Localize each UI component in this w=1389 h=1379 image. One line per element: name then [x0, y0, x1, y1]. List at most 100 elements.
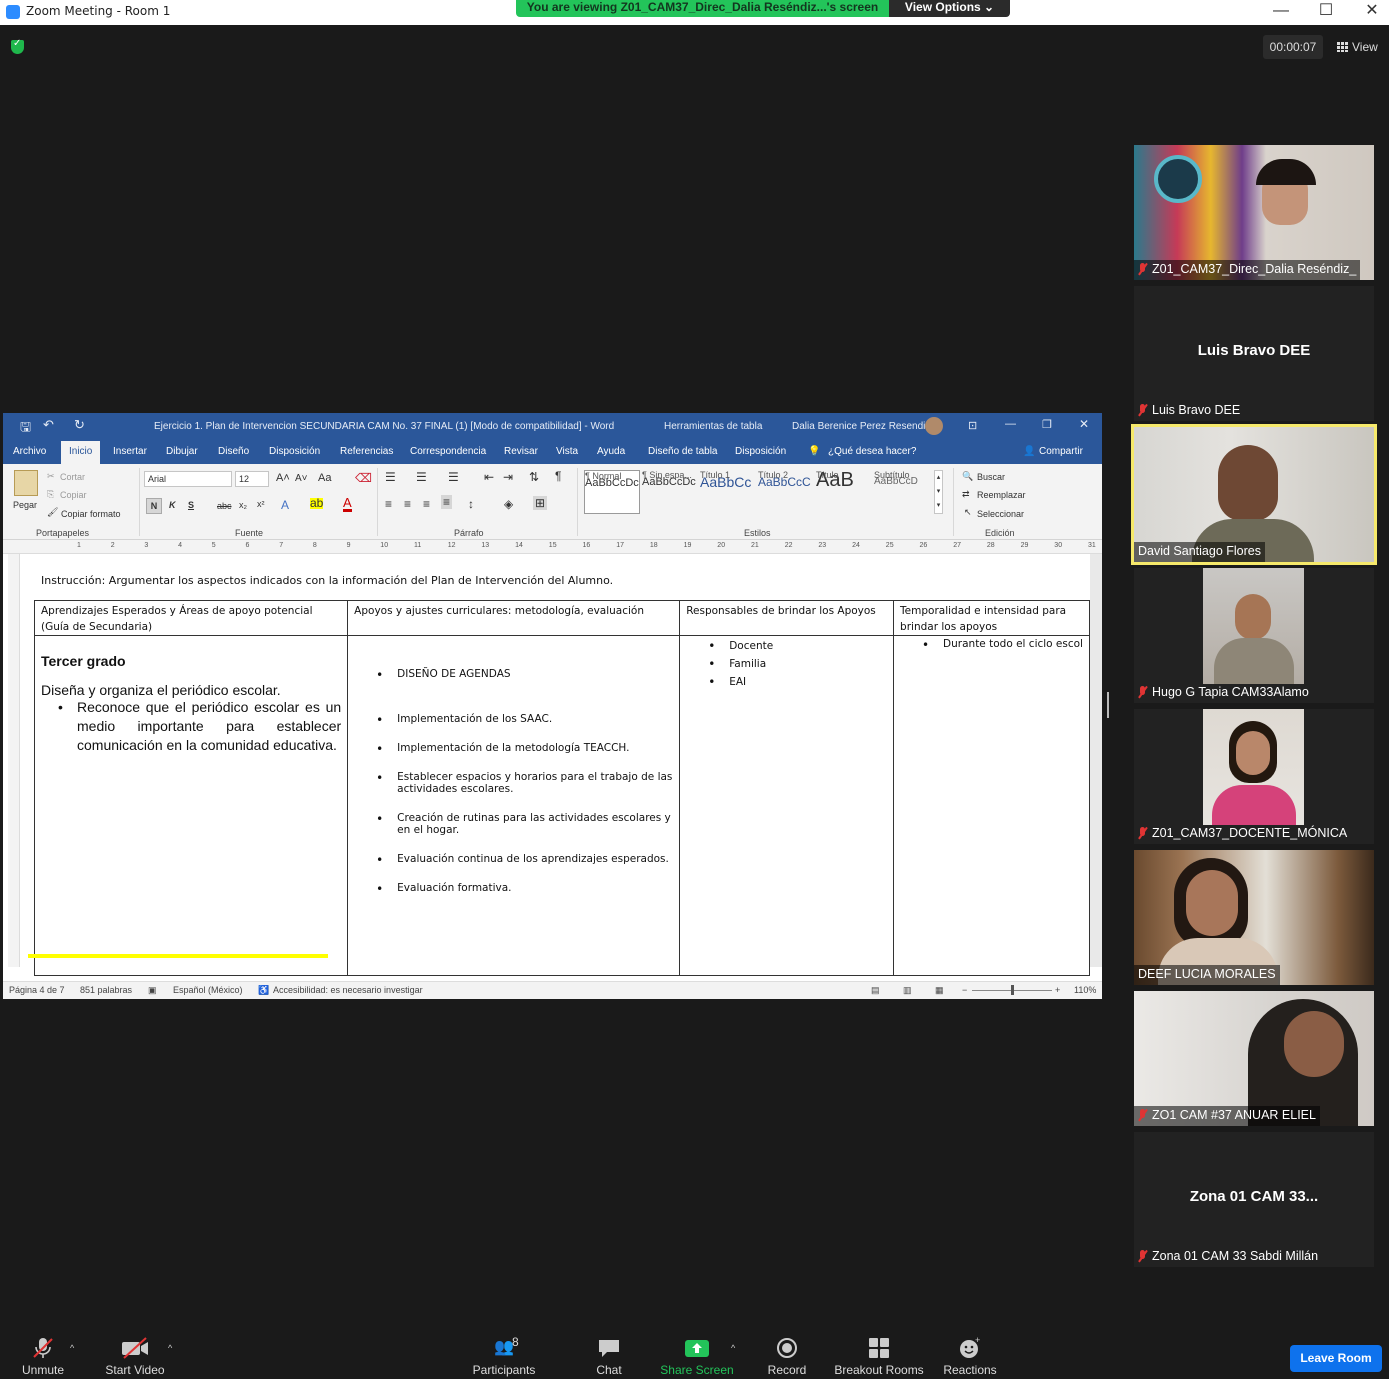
person-face — [1218, 445, 1278, 521]
bold-icon: N — [146, 498, 162, 514]
web-layout-icon: ▦ — [935, 985, 944, 995]
ruler-number: 6 — [245, 542, 250, 549]
ruler-number: 5 — [211, 542, 216, 549]
separator — [139, 468, 140, 536]
numbering-icon: ☰ — [416, 470, 427, 484]
participant-tile[interactable]: Z01_CAM37_Direc_Dalia Reséndiz_ — [1134, 145, 1374, 280]
cell-apoyos: DISEÑO DE AGENDAS Implementación de los … — [347, 635, 681, 976]
participant-tile[interactable]: ZO1 CAM #37 ANUAR ELIEL — [1134, 991, 1374, 1126]
ruler-number: 24 — [852, 542, 860, 549]
word-count: 851 palabras — [80, 985, 133, 995]
meeting-controls-toolbar: Unmute ^ Start Video ^ 👥 8 Participants C… — [0, 1325, 1389, 1379]
font-name-combo: Arial — [144, 471, 232, 487]
participants-icon: 👥 8 — [494, 1335, 519, 1356]
maximize-button[interactable]: ☐ — [1303, 0, 1349, 25]
replace-label: Reemplazar — [977, 490, 1026, 500]
person-face — [1235, 594, 1271, 640]
ruler-number: 8 — [312, 542, 317, 549]
view-layout-button[interactable]: View — [1331, 35, 1385, 59]
word-restore-icon: ❐ — [1042, 419, 1052, 431]
cut-label: Cortar — [60, 472, 86, 482]
increase-indent-icon: ⇥ — [503, 470, 514, 484]
word-status-bar: Página 4 de 7 851 palabras ▣ Español (Mé… — [3, 981, 1102, 999]
ruler-number: 25 — [885, 542, 894, 549]
find-label: Buscar — [977, 472, 1006, 482]
strikethrough-icon: abc — [217, 501, 232, 511]
instruction-text: Instrucción: Argumentar los aspectos ind… — [41, 574, 614, 587]
horizontal-ruler: 1 2 3 4 5 6 7 8 9 10 11 12 13 14 15 16 17 18 19 20 21 22 23 24 2… — [3, 540, 1102, 554]
intervention-table: Aprendizajes Esperados y Áreas de apoyo … — [33, 600, 1090, 976]
word-minimize-icon: — — [1005, 418, 1016, 430]
header-temporalidad: Temporalidad e intensidad para brindar l… — [893, 600, 1090, 636]
ruler-number: 15 — [548, 542, 557, 549]
close-button[interactable]: ✕ — [1349, 0, 1389, 25]
header-responsables: Responsables de brindar los Apoyos — [679, 600, 895, 636]
ruler-number: 7 — [279, 542, 284, 549]
participant-tile[interactable]: DEEF LUCIA MORALES — [1134, 850, 1374, 985]
tab-disposicion: Disposición — [269, 446, 321, 457]
ruler-number: 23 — [818, 542, 827, 549]
select-label: Seleccionar — [977, 509, 1025, 519]
start-video-button[interactable]: Start Video — [102, 1337, 168, 1377]
participants-button[interactable]: 👥 8 Participants — [470, 1335, 538, 1377]
save-icon: 🖫 — [20, 419, 32, 434]
person-face — [1284, 1011, 1344, 1077]
word-ribbon: Pegar ✂ Cortar ⎘ Copiar 🖌 Copiar formato… — [3, 464, 1102, 540]
participant-tile[interactable]: Hugo G Tapia CAM33Alamo — [1134, 568, 1374, 703]
format-painter-icon: 🖌 — [47, 507, 59, 517]
breakout-rooms-button[interactable]: Breakout Rooms — [833, 1337, 925, 1377]
participant-name: Z01_CAM37_Direc_Dalia Reséndiz_ — [1134, 260, 1361, 280]
chat-button[interactable]: Chat — [590, 1337, 628, 1377]
style-subtitulo: AaBbCcD Subtítulo — [874, 470, 918, 487]
participant-tile[interactable]: Z01_CAM37_DOCENTE_MÓNICA — [1134, 709, 1374, 844]
encryption-shield-icon[interactable] — [11, 38, 24, 54]
window-title: Zoom Meeting - Room 1 — [26, 4, 171, 18]
leave-room-button[interactable]: Leave Room — [1290, 1345, 1382, 1372]
ruler-number: 21 — [751, 542, 759, 549]
cell-aprendizajes: Tercer grado Diseña y organiza el periód… — [33, 635, 349, 976]
participant-name: Hugo G Tapia CAM33Alamo — [1134, 683, 1313, 703]
find-icon: 🔍 — [962, 471, 974, 481]
share-screen-icon — [685, 1340, 709, 1357]
share-options-caret[interactable]: ^ — [731, 1343, 735, 1353]
undo-icon: ↶ — [43, 417, 54, 432]
participant-tile-active-speaker[interactable]: David Santiago Flores — [1131, 424, 1377, 565]
ruler-number: 26 — [919, 542, 928, 549]
minimize-button[interactable]: — — [1258, 0, 1304, 25]
style-titulo-1: AaBbCc Título 1 — [700, 470, 752, 490]
cell-responsables: Docente Familia EAI — [679, 635, 895, 976]
tell-me-box: ¿Qué desea hacer? — [828, 446, 917, 457]
participant-name: Zona 01 CAM 33 Sabdi Millán — [1134, 1247, 1322, 1267]
grade-heading: Tercer grado — [41, 653, 126, 669]
list-item: DISEÑO DE AGENDAS — [354, 668, 673, 682]
participant-name: Luis Bravo DEE — [1134, 401, 1244, 421]
reactions-button[interactable]: + Reactions — [942, 1337, 998, 1377]
person-face — [1236, 731, 1270, 775]
share-screen-button[interactable]: Share Screen — [660, 1337, 734, 1377]
word-close-icon: ✕ — [1079, 417, 1090, 431]
replace-icon: ⇄ — [962, 489, 970, 499]
separator — [953, 468, 954, 536]
accessibility-status: Accesibilidad: es necesario investigar — [273, 985, 423, 995]
zoom-level: 110% — [1074, 985, 1097, 995]
unmute-button[interactable]: Unmute — [18, 1337, 68, 1377]
person-shirt — [1212, 785, 1296, 825]
list-item: Establecer espacios y horarios para el t… — [354, 771, 673, 795]
page-count: Página 4 de 7 — [9, 985, 65, 995]
audio-options-caret[interactable]: ^ — [70, 1343, 74, 1353]
panel-resize-handle[interactable] — [1107, 692, 1109, 718]
grid-icon — [1337, 42, 1348, 52]
learning-text: Diseña y organiza el periódico escolar. — [41, 682, 281, 698]
time-list: Durante todo el ciclo escol — [900, 638, 1083, 652]
editing-group-label: Edición — [985, 528, 1015, 538]
view-options-button[interactable]: View Options ⌄ — [889, 0, 1010, 17]
record-button[interactable]: Record — [765, 1337, 809, 1377]
participant-tile[interactable]: Zona 01 CAM 33... Zona 01 CAM 33 Sabdi M… — [1134, 1132, 1374, 1267]
view-label: View — [1352, 40, 1378, 54]
participant-tile[interactable]: Luis Bravo DEE Luis Bravo DEE — [1134, 286, 1374, 421]
paste-label: Pegar — [13, 500, 38, 510]
viewing-screen-banner: You are viewing Z01_CAM37_Direc_Dalia Re… — [516, 0, 889, 17]
video-options-caret[interactable]: ^ — [168, 1343, 172, 1353]
style-sin-espacio: AaBbCcDc ¶ Sin espa... — [642, 470, 696, 488]
user-avatar — [925, 417, 943, 435]
